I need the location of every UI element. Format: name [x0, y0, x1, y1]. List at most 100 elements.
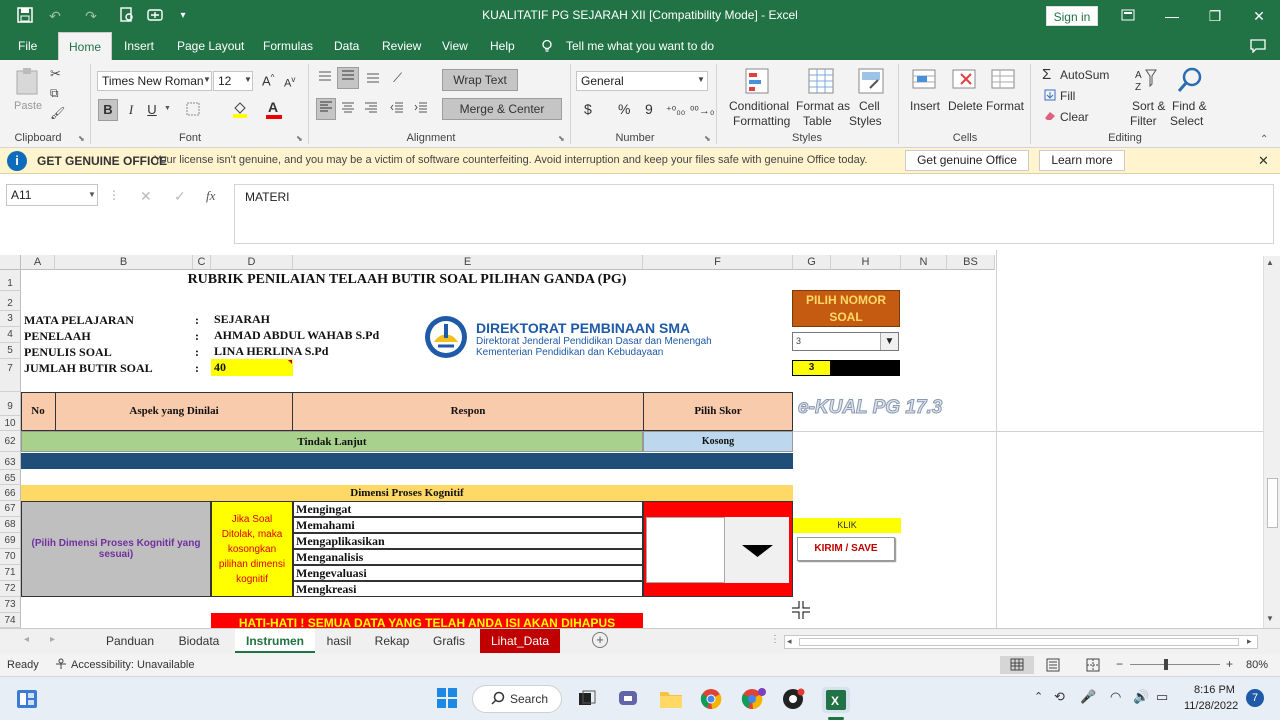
column-header[interactable]: B [55, 255, 193, 270]
nomor-soal-dropdown-icon[interactable]: ▼ [880, 333, 898, 350]
normal-view-button[interactable] [1000, 656, 1034, 674]
increase-decimal-icon[interactable]: ⁺⁰₀₀ [666, 104, 685, 117]
page-break-view-icon[interactable] [1086, 658, 1100, 675]
align-top-icon[interactable] [318, 70, 332, 87]
info-value-penulis[interactable]: LINA HERLINA S.Pd [214, 344, 328, 359]
tab-review[interactable]: Review [382, 39, 421, 53]
tab-page-layout[interactable]: Page Layout [177, 39, 244, 53]
volume-icon[interactable]: 🔊 [1133, 689, 1149, 705]
italic-button[interactable]: I [122, 99, 140, 121]
taskbar-search[interactable]: Search [472, 685, 562, 713]
zoom-slider-thumb[interactable] [1164, 659, 1168, 670]
row-header[interactable]: 70 [0, 549, 21, 565]
insert-function-icon[interactable]: fx [206, 188, 215, 204]
format-as-table-label-1[interactable]: Format as [796, 99, 850, 113]
sort-filter-label-1[interactable]: Sort & [1132, 99, 1165, 113]
prev-sheet-icon[interactable]: ◂ [24, 634, 29, 645]
vertical-scrollbar[interactable]: ▲ ▼ [1263, 256, 1280, 628]
row-header[interactable]: 73 [0, 597, 21, 613]
clear-icon[interactable] [1044, 110, 1056, 124]
clear-button[interactable]: Clear [1060, 110, 1089, 124]
decrease-indent-icon[interactable] [390, 102, 404, 117]
column-header[interactable]: N [901, 255, 947, 270]
cell-styles-icon[interactable] [856, 66, 886, 99]
number-format-dropdown-icon[interactable]: ▼ [697, 75, 705, 84]
copy-icon[interactable]: ⧉ [50, 86, 59, 101]
select-all-corner[interactable] [0, 255, 21, 270]
chrome-profile-icon[interactable] [741, 688, 767, 713]
next-sheet-icon[interactable]: ▸ [50, 634, 55, 645]
column-header[interactable]: F [643, 255, 793, 270]
increase-indent-icon[interactable] [414, 102, 428, 117]
dimensi-select-dropdown-icon[interactable] [724, 517, 789, 583]
scroll-thumb[interactable] [1267, 478, 1278, 528]
clock-time[interactable]: 8:16 PM [1194, 684, 1235, 696]
decrease-font-icon[interactable]: Av [284, 75, 295, 90]
zoom-slider-track[interactable] [1130, 664, 1220, 665]
align-left-button[interactable] [316, 98, 336, 120]
horizontal-scrollbar[interactable]: ◂ ▸ [784, 635, 1258, 649]
sheet-tab-panduan[interactable]: Panduan [96, 629, 164, 653]
underline-button[interactable]: U [143, 99, 161, 121]
column-header[interactable]: A [21, 255, 55, 270]
tab-data[interactable]: Data [334, 39, 359, 53]
align-right-icon[interactable] [364, 102, 378, 117]
sheet-tab-hasil[interactable]: hasil [318, 629, 360, 653]
collapse-ribbon-icon[interactable]: ⌃ [1260, 134, 1268, 145]
tab-home[interactable]: Home [58, 32, 113, 60]
sheet-tab-grafis[interactable]: Grafis [424, 629, 474, 653]
currency-button[interactable]: $ [584, 101, 592, 117]
horizontal-scroll-thumb[interactable] [799, 638, 1239, 646]
row-header[interactable]: 66 [0, 485, 21, 501]
row-header[interactable]: 68 [0, 517, 21, 533]
alignment-launcher-icon[interactable]: ⬊ [558, 134, 565, 143]
tab-help[interactable]: Help [490, 39, 515, 53]
widgets-icon[interactable] [16, 689, 38, 712]
row-header[interactable]: 5 [0, 343, 21, 359]
share-icon[interactable] [146, 7, 164, 25]
comments-icon[interactable] [1250, 39, 1266, 56]
file-explorer-icon[interactable] [659, 688, 683, 713]
insert-cells-icon[interactable] [911, 66, 939, 97]
page-layout-view-icon[interactable] [1046, 658, 1060, 675]
battery-icon[interactable]: ▭ [1156, 689, 1168, 705]
info-value-mapel[interactable]: SEJARAH [214, 312, 270, 327]
scroll-up-icon[interactable]: ▲ [1266, 258, 1274, 267]
scroll-right-icon[interactable]: ▸ [1247, 636, 1252, 647]
info-value-jumlah[interactable]: 40 [211, 359, 293, 376]
close-notification-icon[interactable]: ✕ [1258, 153, 1269, 169]
column-header[interactable]: C [193, 255, 211, 270]
minimize-icon[interactable]: — [1160, 6, 1184, 26]
column-header[interactable]: E [293, 255, 643, 270]
fill-icon[interactable] [1044, 89, 1056, 104]
row-header[interactable]: 2 [0, 291, 21, 311]
customize-qat-icon[interactable]: ▾ [174, 7, 192, 25]
row-header[interactable]: 65 [0, 470, 21, 485]
sort-filter-label-2[interactable]: Filter [1130, 114, 1157, 128]
clipboard-launcher-icon[interactable]: ⬊ [78, 134, 85, 143]
task-view-icon[interactable] [577, 689, 597, 712]
column-header[interactable]: D [211, 255, 293, 270]
sort-filter-icon[interactable]: AZ [1134, 66, 1162, 97]
font-color-icon[interactable]: A [268, 99, 278, 115]
app-icon[interactable] [782, 688, 806, 713]
align-middle-button[interactable] [337, 67, 359, 89]
row-header[interactable]: 67 [0, 501, 21, 517]
autosum-icon[interactable]: Σ [1042, 66, 1051, 83]
row-header[interactable]: 74 [0, 613, 21, 628]
formula-input[interactable]: MATERI [234, 184, 1274, 244]
row-header[interactable]: 9 [0, 392, 21, 416]
font-launcher-icon[interactable]: ⬊ [296, 134, 303, 143]
scroll-left-icon[interactable]: ◂ [787, 636, 792, 647]
delete-cells-icon[interactable] [951, 66, 979, 97]
sign-in-button[interactable]: Sign in [1046, 6, 1098, 26]
enter-icon[interactable]: ✓ [174, 188, 186, 205]
tab-splitter-icon[interactable]: ⋮ [770, 634, 780, 645]
chrome-icon[interactable] [700, 688, 722, 713]
align-bottom-icon[interactable] [366, 70, 380, 87]
merge-center-button[interactable]: Merge & Center [442, 98, 562, 120]
decrease-decimal-icon[interactable]: ⁰⁰→₀ [690, 104, 714, 117]
find-select-label-2[interactable]: Select [1170, 114, 1203, 128]
add-sheet-icon[interactable]: + [592, 632, 608, 648]
cell-styles-label-1[interactable]: Cell [859, 99, 880, 113]
